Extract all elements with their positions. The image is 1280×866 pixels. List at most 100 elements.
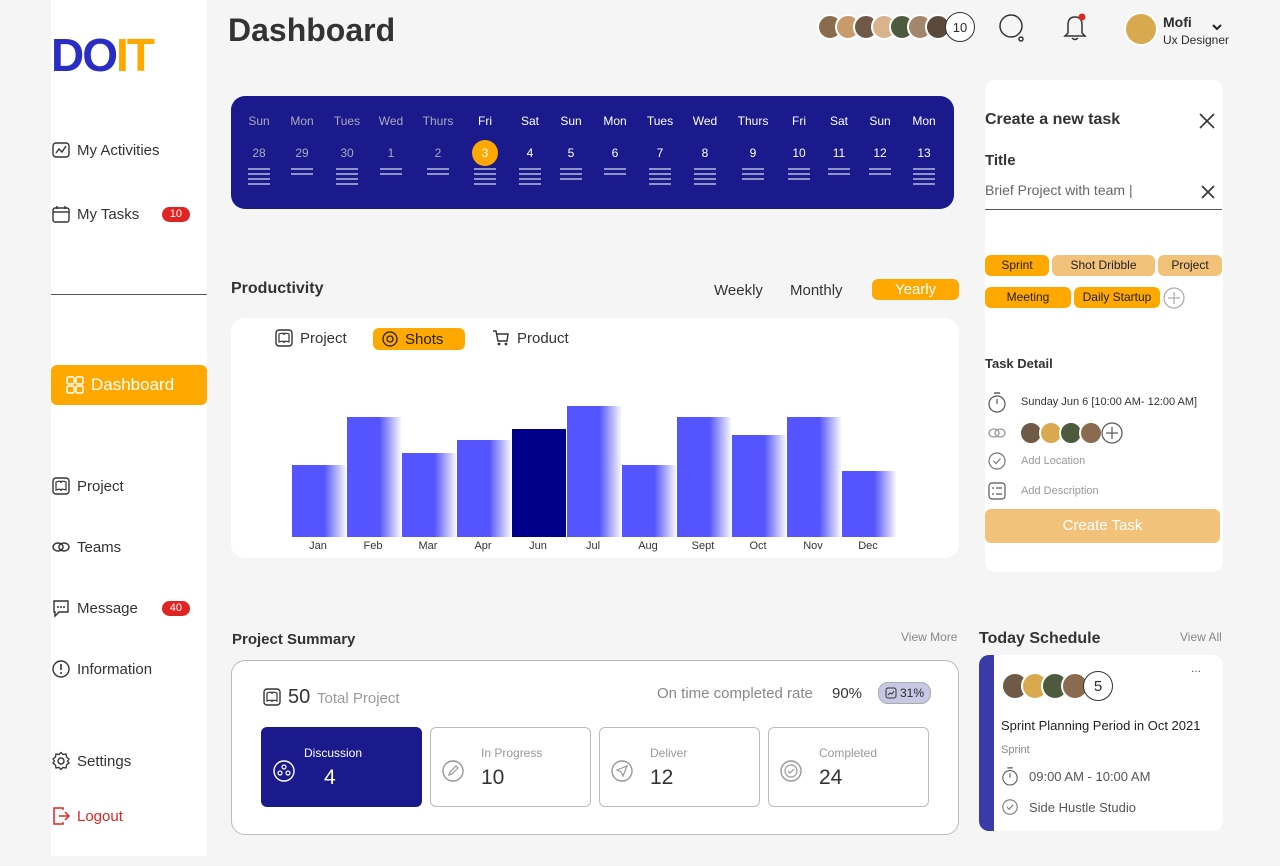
calendar-day[interactable]: Tues 30 xyxy=(325,96,369,188)
calendar-task-lines xyxy=(913,168,935,185)
tag-sprint[interactable]: Sprint xyxy=(985,255,1049,276)
trend-badge: 31% xyxy=(878,682,932,704)
calendar-date-selected: 3 xyxy=(472,140,498,166)
sidebar-item-message[interactable]: Message 40 xyxy=(51,595,207,621)
bar-mar[interactable] xyxy=(402,453,456,537)
tag-shot-dribble[interactable]: Shot Dribble xyxy=(1052,255,1155,276)
x-tick-label: Dec xyxy=(858,540,878,552)
bar-nov[interactable] xyxy=(787,417,841,537)
calendar-date: 28 xyxy=(252,146,266,160)
bell-icon[interactable] xyxy=(1062,12,1090,42)
view-all-link[interactable]: View All xyxy=(1180,630,1222,644)
clear-input-icon[interactable] xyxy=(1199,183,1217,201)
calendar-day[interactable]: Thurs 2 xyxy=(416,96,460,178)
tab-weekly[interactable]: Weekly xyxy=(714,282,763,299)
calendar-date: 4 xyxy=(526,146,534,160)
add-description-row[interactable]: Add Description xyxy=(987,481,1099,501)
x-tick-label: Jan xyxy=(309,540,327,552)
check-icon xyxy=(780,760,802,782)
x-tick-label: Apr xyxy=(474,540,491,552)
sidebar-item-settings[interactable]: Settings xyxy=(51,748,207,774)
chat-icon xyxy=(53,600,69,618)
calendar-task-lines xyxy=(788,168,810,180)
tag-daily-startup[interactable]: Daily Startup xyxy=(1074,287,1160,308)
schedule-members-count: 5 xyxy=(1083,671,1113,701)
calendar-day-name: Thurs xyxy=(422,114,454,128)
title-input[interactable]: Brief Project with team | xyxy=(985,182,1222,210)
productivity-bar-chart: Jan Feb Mar Apr Jun Jul Aug Sept Oct Nov Dec xyxy=(292,406,896,552)
tag-project[interactable]: Project xyxy=(1158,255,1222,276)
calendar-day[interactable]: Tues 7 xyxy=(638,96,682,188)
add-member-icon[interactable] xyxy=(1101,422,1123,444)
profile-avatar[interactable] xyxy=(1124,12,1158,46)
sidebar-item-information[interactable]: Information xyxy=(51,656,207,682)
chevron-down-icon[interactable] xyxy=(1211,22,1223,32)
calendar-day[interactable]: Wed 1 xyxy=(369,96,413,178)
calendar-day[interactable]: Sun 12 xyxy=(858,96,902,178)
bar-jan[interactable] xyxy=(292,465,346,537)
bar-apr[interactable] xyxy=(457,440,511,537)
task-detail-heading: Task Detail xyxy=(985,356,1053,371)
book-icon xyxy=(263,688,281,706)
close-icon[interactable] xyxy=(1197,111,1217,131)
sidebar-item-project[interactable]: Project xyxy=(51,473,207,499)
task-time-row[interactable]: Sunday Jun 6 [10:00 AM- 12:00 AM] xyxy=(987,391,1197,413)
x-tick-label: Nov xyxy=(803,540,823,552)
calendar-day-name: Sun xyxy=(560,114,582,128)
project-summary-card: 50 Total Project On time completed rate … xyxy=(231,660,959,835)
add-tag-icon[interactable] xyxy=(1163,287,1185,309)
calendar-day[interactable]: Thurs 9 xyxy=(731,96,775,183)
calendar-day-name: Sun xyxy=(869,114,891,128)
bar-jun[interactable] xyxy=(512,429,566,537)
calendar-day[interactable]: Mon 6 xyxy=(593,96,637,178)
calendar-day[interactable]: Sat 11 xyxy=(817,96,861,178)
bar-oct[interactable] xyxy=(732,435,786,537)
sidebar-item-teams[interactable]: Teams xyxy=(51,534,207,560)
bar-aug[interactable] xyxy=(622,465,676,537)
tab-monthly[interactable]: Monthly xyxy=(790,282,843,299)
more-options-icon[interactable]: ... xyxy=(1191,661,1201,675)
sidebar-item-my-tasks[interactable]: My Tasks 10 xyxy=(51,201,207,227)
create-task-button[interactable]: Create Task xyxy=(985,509,1220,543)
add-location-row[interactable]: Add Location xyxy=(987,451,1085,471)
bar-dec[interactable] xyxy=(842,471,896,537)
tab-yearly[interactable]: Yearly xyxy=(872,279,960,300)
x-tick-label: Mar xyxy=(419,540,438,552)
app-logo[interactable]: DOIT xyxy=(51,28,155,82)
search-icon[interactable] xyxy=(998,13,1026,43)
schedule-card[interactable]: ... 5 Sprint Planning Period in Oct 2021… xyxy=(979,655,1223,831)
calendar-day[interactable]: Fri 3 xyxy=(463,96,507,188)
stopwatch-icon xyxy=(988,392,1006,413)
calendar-day[interactable]: Wed 8 xyxy=(683,96,727,188)
bar-feb[interactable] xyxy=(347,417,401,537)
tag-meeting[interactable]: Meeting xyxy=(985,287,1071,308)
sidebar-item-my-activities[interactable]: My Activities xyxy=(51,137,207,163)
calendar-day[interactable]: Mon 29 xyxy=(280,96,324,178)
rate-value: 90% xyxy=(832,685,863,702)
stat-in-progress[interactable]: In Progress 10 xyxy=(430,727,591,807)
bar-jul[interactable] xyxy=(567,406,621,537)
bar-sept[interactable] xyxy=(677,417,731,537)
x-tick-label: Aug xyxy=(638,540,658,552)
stat-deliver[interactable]: Deliver 12 xyxy=(599,727,760,807)
checklist-icon xyxy=(988,482,1006,500)
task-assignees-row[interactable] xyxy=(987,421,1123,445)
calendar-day[interactable]: Sun 5 xyxy=(549,96,593,183)
stat-completed[interactable]: Completed 24 xyxy=(768,727,929,807)
view-more-link[interactable]: View More xyxy=(901,630,957,644)
calendar-day[interactable]: Sun 28 xyxy=(237,96,281,188)
stat-discussion[interactable]: Discussion 4 xyxy=(261,727,422,807)
calendar-day[interactable]: Sat 4 xyxy=(508,96,552,188)
calendar-day-name: Fri xyxy=(792,114,806,128)
calendar-day[interactable]: Fri 10 xyxy=(777,96,821,183)
location-check-icon xyxy=(1002,799,1018,815)
calendar-task-lines xyxy=(291,168,313,175)
calendar-task-lines xyxy=(869,168,891,175)
calendar-day[interactable]: Mon 13 xyxy=(902,96,946,188)
sidebar-item-dashboard[interactable]: Dashboard xyxy=(51,365,207,405)
event-title: Sprint Planning Period in Oct 2021 xyxy=(1001,718,1201,733)
team-avatar-stack[interactable]: 10 xyxy=(817,12,975,42)
calendar-date: 29 xyxy=(295,146,309,160)
calendar-date: 9 xyxy=(749,146,757,160)
sidebar-item-logout[interactable]: Logout xyxy=(51,803,207,829)
